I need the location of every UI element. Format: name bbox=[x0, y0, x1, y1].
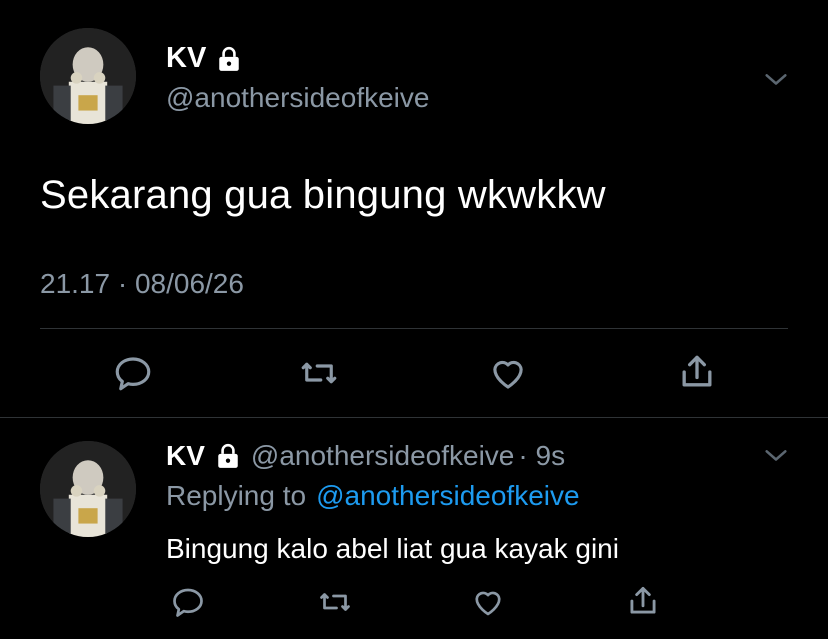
heart-icon[interactable] bbox=[487, 352, 529, 394]
reply-handle[interactable]: @anothersideofkeive bbox=[251, 440, 514, 472]
replying-to-link[interactable]: @anothersideofkeive bbox=[316, 480, 579, 512]
chevron-down-icon[interactable] bbox=[762, 66, 790, 94]
replying-to-label: Replying to bbox=[166, 480, 307, 511]
reply-icon[interactable] bbox=[112, 352, 154, 394]
timestamp[interactable]: 21.17 · 08/06/26 bbox=[40, 268, 244, 300]
reply-header: KV @anothersideofkeive · 9s bbox=[166, 440, 565, 472]
divider bbox=[40, 328, 788, 329]
lock-icon bbox=[215, 443, 241, 469]
username-handle[interactable]: @anothersideofkeive bbox=[166, 82, 429, 114]
display-name-text[interactable]: KV bbox=[166, 42, 206, 75]
retweet-icon[interactable] bbox=[298, 352, 340, 394]
heart-icon[interactable] bbox=[470, 584, 506, 620]
share-icon[interactable] bbox=[624, 582, 662, 620]
reply-text: Bingung kalo abel liat gua kayak gini bbox=[166, 533, 619, 564]
lock-icon bbox=[216, 46, 242, 72]
reply-age: · 9s bbox=[518, 440, 566, 471]
retweet-icon[interactable] bbox=[317, 584, 353, 620]
share-icon[interactable] bbox=[675, 350, 719, 394]
chevron-down-icon[interactable] bbox=[762, 442, 790, 470]
reply-avatar[interactable] bbox=[40, 441, 136, 537]
reply-icon[interactable] bbox=[170, 584, 206, 620]
avatar[interactable] bbox=[40, 28, 136, 124]
replying-to: Replying to @anothersideofkeive bbox=[166, 480, 580, 512]
tweet-text: Sekarang gua bingung wkwkkw bbox=[40, 173, 606, 217]
reply-display-name[interactable]: KV bbox=[166, 440, 205, 472]
display-name[interactable]: KV bbox=[166, 42, 242, 75]
section-divider bbox=[0, 417, 828, 418]
